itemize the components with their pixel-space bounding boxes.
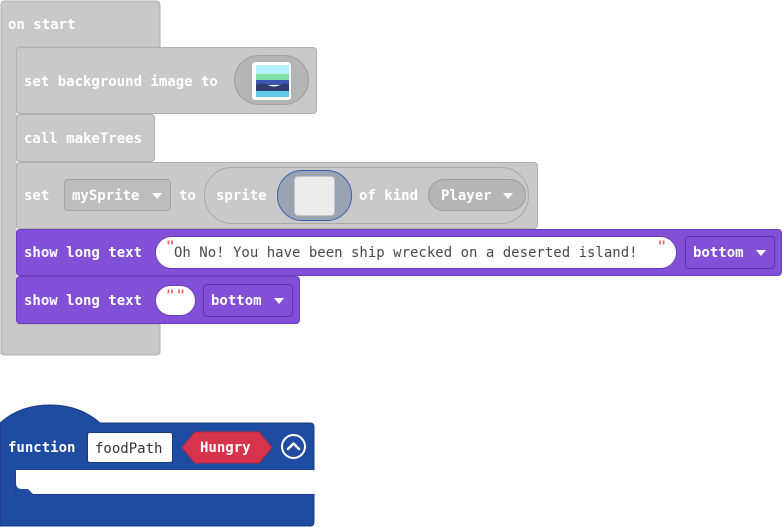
variable-name: mySprite (72, 188, 140, 204)
sprite-label: sprite (216, 188, 267, 204)
function-name-field[interactable]: foodPath (87, 432, 173, 463)
variable-dropdown[interactable]: mySprite (64, 179, 171, 211)
kind-dropdown[interactable]: Player (428, 179, 526, 211)
show-long-text-label-1: show long text (24, 245, 143, 261)
text-value-1: Oh No! You have been ship wrecked on a d… (174, 245, 638, 261)
of-kind-label: of kind (359, 188, 419, 204)
text-input-2[interactable]: " " (155, 285, 196, 316)
set-label: set (24, 188, 50, 204)
show-long-text-label-2: show long text (24, 293, 143, 309)
chevron-down-icon (274, 298, 284, 304)
background-image-icon[interactable] (251, 61, 292, 101)
to-label: to (179, 188, 196, 204)
function-body-slot (16, 470, 314, 494)
chevron-down-icon (152, 193, 162, 199)
kind-value: Player (441, 188, 492, 204)
position-dropdown-1[interactable]: bottom (685, 236, 775, 269)
chevron-down-icon (756, 250, 766, 256)
on-start-label: on start (8, 17, 76, 33)
function-name: foodPath (95, 441, 163, 457)
param-name: Hungry (200, 440, 251, 456)
position-value-2: bottom (211, 293, 262, 309)
function-label: function (8, 440, 76, 456)
text-input-1[interactable]: " Oh No! You have been ship wrecked on a… (155, 236, 677, 269)
position-value-1: bottom (693, 245, 744, 261)
chevron-up-circle-icon[interactable] (281, 434, 306, 459)
sprite-image-icon[interactable] (294, 176, 335, 216)
set-background-label: set background image to (24, 74, 218, 90)
chevron-down-icon (503, 193, 513, 199)
call-maketrees-label: call makeTrees (24, 131, 143, 147)
position-dropdown-2[interactable]: bottom (203, 284, 293, 317)
